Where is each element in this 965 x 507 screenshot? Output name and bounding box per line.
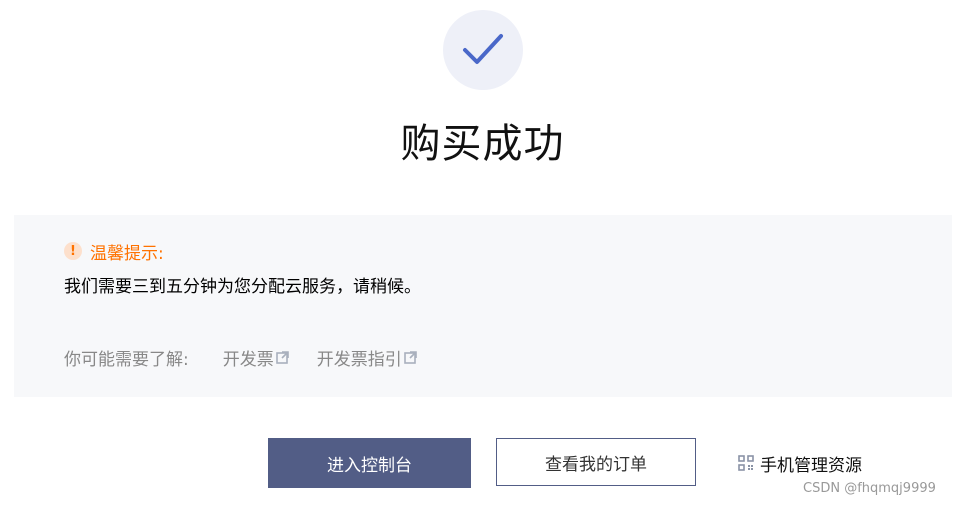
- watermark: CSDN @fhqmqj9999: [803, 481, 936, 496]
- qr-code-icon: [738, 455, 754, 471]
- external-link-icon: [275, 350, 289, 364]
- enter-console-button[interactable]: 进入控制台: [268, 438, 471, 488]
- page-title: 购买成功: [400, 121, 565, 167]
- help-links-label: 你可能需要了解:: [64, 349, 189, 370]
- invoice-guide-link-label: 开发票指引: [316, 349, 402, 370]
- notice-heading-row: ! 温馨提示:: [64, 240, 164, 264]
- invoice-guide-link[interactable]: 开发票指引: [317, 345, 417, 370]
- success-badge: [443, 10, 523, 90]
- notice-panel: ! 温馨提示: 我们需要三到五分钟为您分配云服务，请稍候。 你可能需要了解: 开…: [14, 215, 952, 397]
- exclamation-icon: !: [64, 242, 82, 260]
- invoice-link[interactable]: 开发票: [223, 345, 289, 370]
- check-icon: [463, 34, 503, 64]
- mobile-manage-label: 手机管理资源: [760, 455, 862, 476]
- notice-heading: 温馨提示:: [90, 243, 164, 264]
- view-orders-button[interactable]: 查看我的订单: [496, 438, 696, 486]
- invoice-link-label: 开发票: [222, 349, 274, 370]
- external-link-icon: [403, 350, 417, 364]
- mobile-manage-link[interactable]: 手机管理资源: [738, 452, 862, 476]
- notice-message: 我们需要三到五分钟为您分配云服务，请稍候。: [64, 277, 421, 297]
- help-links: 你可能需要了解: 开发票 开发票指引: [64, 345, 445, 370]
